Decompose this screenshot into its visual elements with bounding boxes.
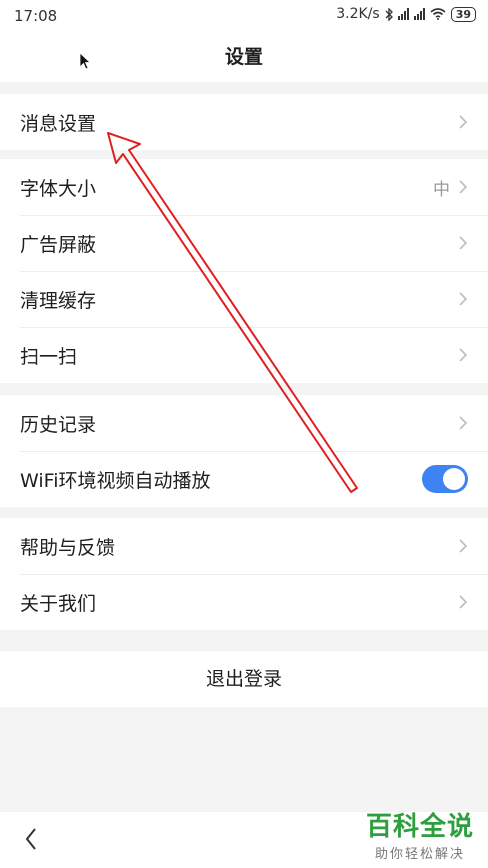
row-help-feedback[interactable]: 帮助与反馈 xyxy=(0,518,488,574)
battery-indicator: 39 xyxy=(450,6,476,22)
chevron-right-icon xyxy=(459,595,468,609)
row-about-us[interactable]: 关于我们 xyxy=(0,574,488,630)
row-label: 广告屏蔽 xyxy=(20,233,97,256)
row-label: WiFi环境视频自动播放 xyxy=(20,469,211,492)
row-history[interactable]: 历史记录 xyxy=(0,395,488,451)
nav-bar: 设置 xyxy=(0,32,488,82)
wifi-icon xyxy=(430,8,446,20)
chevron-right-icon xyxy=(459,539,468,553)
row-label: 消息设置 xyxy=(20,112,97,135)
watermark-subtitle: 助你轻松解决 xyxy=(374,847,465,862)
watermark: 百科全说 助你轻松解决 xyxy=(366,806,474,862)
wifi-autoplay-toggle[interactable] xyxy=(422,465,468,493)
settings-group-message: 消息设置 xyxy=(0,94,488,150)
font-size-value: 中 xyxy=(433,179,450,200)
status-time: 17:08 xyxy=(14,7,58,25)
network-speed: 3.2K/s xyxy=(336,6,380,22)
chevron-right-icon xyxy=(459,348,468,362)
bluetooth-icon xyxy=(385,7,393,21)
logout-button[interactable]: 退出登录 xyxy=(0,651,488,707)
status-bar: 17:08 3.2K/s 39 xyxy=(0,0,488,32)
logout-group: 退出登录 xyxy=(0,651,488,707)
row-label: 扫一扫 xyxy=(20,345,78,368)
status-icons: 3.2K/s 39 xyxy=(336,6,476,22)
row-label: 历史记录 xyxy=(20,413,97,436)
chevron-right-icon xyxy=(459,115,468,129)
mouse-pointer-icon xyxy=(79,52,91,70)
chevron-left-icon[interactable] xyxy=(24,827,38,851)
signal-icon xyxy=(397,8,409,20)
row-label: 关于我们 xyxy=(20,592,97,615)
chevron-right-icon xyxy=(459,180,468,194)
row-label: 帮助与反馈 xyxy=(20,536,116,559)
chevron-right-icon xyxy=(459,292,468,306)
page-title: 设置 xyxy=(224,46,263,68)
toggle-knob xyxy=(443,468,465,490)
signal-icon-2 xyxy=(413,8,425,20)
row-wifi-autoplay: WiFi环境视频自动播放 xyxy=(0,451,488,507)
bottom-bar: 百科全说 助你轻松解决 xyxy=(0,812,488,868)
row-scan[interactable]: 扫一扫 xyxy=(0,327,488,383)
chevron-right-icon xyxy=(459,416,468,430)
chevron-right-icon xyxy=(459,236,468,250)
settings-group-about: 帮助与反馈 关于我们 xyxy=(0,518,488,630)
settings-group-history: 历史记录 WiFi环境视频自动播放 xyxy=(0,395,488,507)
row-label: 清理缓存 xyxy=(20,289,97,312)
row-clear-cache[interactable]: 清理缓存 xyxy=(0,271,488,327)
row-message-settings[interactable]: 消息设置 xyxy=(0,94,488,150)
row-label: 字体大小 xyxy=(20,177,97,200)
row-ad-block[interactable]: 广告屏蔽 xyxy=(0,215,488,271)
settings-group-general: 字体大小 中 广告屏蔽 清理缓存 扫一扫 xyxy=(0,159,488,383)
row-font-size[interactable]: 字体大小 中 xyxy=(0,159,488,215)
watermark-logo: 百科全说 xyxy=(365,812,474,842)
